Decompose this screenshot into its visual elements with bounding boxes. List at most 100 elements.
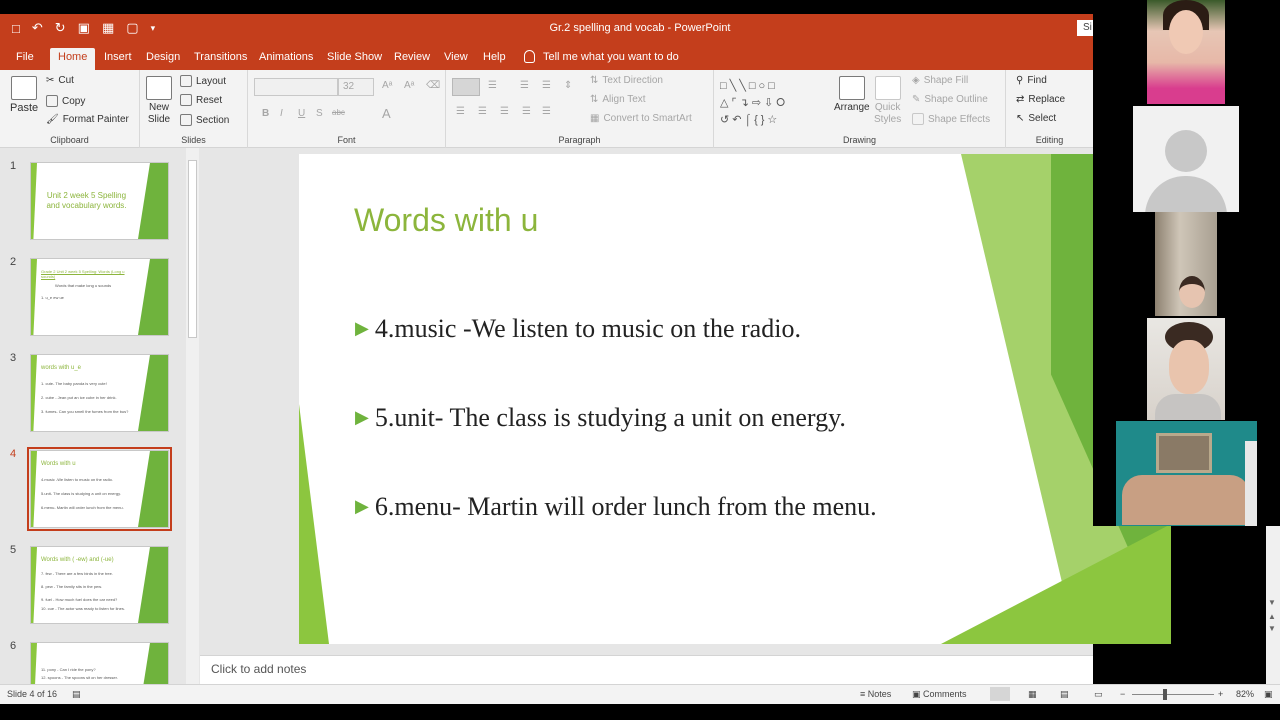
comments-button[interactable]: ▣ Comments [912, 689, 967, 700]
cut-button[interactable]: ✂ Cut [46, 75, 74, 86]
tab-insert[interactable]: Insert [96, 48, 140, 70]
tab-file[interactable]: File [8, 48, 42, 70]
zoom-in-icon[interactable]: + [1218, 689, 1223, 699]
thumb-line: Words that make long u sounds [55, 283, 112, 288]
text-direction-button[interactable]: ⇅ Text Direction [590, 75, 663, 86]
convert-smartart-button[interactable]: ▦ Convert to SmartArt [590, 113, 692, 124]
slide-title[interactable]: Words with u [354, 202, 538, 239]
shrink-font-icon[interactable]: Aᵃ [404, 80, 414, 91]
underline-button[interactable]: U [298, 108, 305, 119]
participant-avatar-tile[interactable] [1133, 106, 1239, 212]
thumb-line: 4.music -We listen to music on the radio… [41, 477, 113, 482]
slideshow-icon[interactable]: ▭ [1094, 689, 1103, 700]
slide-thumbnail-6[interactable]: 11. pony - Can I ride the pony? 12. spoo… [30, 642, 169, 684]
replace-button[interactable]: ⇄ Replace [1016, 94, 1065, 105]
tell-me-box[interactable]: Tell me what you want to do [524, 50, 679, 63]
slide-thumbnail-1[interactable]: Unit 2 week 5 Spelling and vocabulary wo… [30, 162, 169, 240]
tab-home[interactable]: Home [50, 48, 96, 70]
shadow-button[interactable]: S [316, 108, 323, 119]
tab-transitions[interactable]: Transitions [186, 48, 255, 70]
slide-bullet[interactable]: ▶ 4.music -We listen to music on the radi… [355, 314, 801, 344]
font-color-button[interactable]: A [382, 106, 391, 121]
justify-icon[interactable]: ☰ [522, 106, 531, 117]
shape-effects-button[interactable]: Shape Effects [912, 113, 990, 125]
section-icon [180, 114, 192, 126]
quick-styles-button[interactable]: Quick Styles [874, 76, 901, 126]
tab-slide-show[interactable]: Slide Show [319, 48, 390, 70]
notes-button[interactable]: ≡ Notes [860, 689, 891, 699]
format-painter-button[interactable]: 🖌 Format Painter [46, 114, 129, 125]
reading-view-icon[interactable]: ▤ [1060, 689, 1069, 700]
layout-button[interactable]: Layout [180, 75, 226, 87]
clear-formatting-icon[interactable]: ⌫ [426, 80, 440, 91]
zoom-out-icon[interactable]: − [1120, 689, 1125, 699]
paste-button[interactable]: Paste [10, 76, 38, 114]
find-button[interactable]: ⚲ Find [1016, 75, 1047, 86]
slide-thumbnail-4[interactable]: Words with u 4.music -We listen to music… [27, 447, 172, 531]
tab-animations[interactable]: Animations [251, 48, 321, 70]
status-bar: Slide 4 of 16 ▤ ≡ Notes ▣ Comments ▦ ▤ ▭… [0, 684, 1280, 704]
format-painter-label: Format Painter [62, 114, 129, 125]
bullets-button[interactable] [452, 78, 480, 96]
previous-slide-icon[interactable]: ▲ [1268, 612, 1276, 621]
slides-group-label: Slides [181, 135, 206, 145]
align-center-icon[interactable]: ☰ [478, 106, 487, 117]
shape-fill-button[interactable]: ◈ Shape Fill [912, 75, 968, 86]
new-slide-button[interactable]: New Slide [146, 76, 172, 126]
thumbnail-scrollbar[interactable] [186, 148, 199, 684]
zoom-level[interactable]: 82% [1236, 689, 1254, 699]
align-text-button[interactable]: ⇅ Align Text [590, 94, 646, 105]
slide-thumbnail-2[interactable]: Grade 2 Unit 2 week 5 Spelling: Words (L… [30, 258, 169, 336]
slide-thumbnail-5[interactable]: Words with ( -ew) and (-ue) 7. few - The… [30, 546, 169, 624]
spellcheck-icon[interactable]: ▤ [72, 689, 81, 700]
shape-outline-button[interactable]: ✎ Shape Outline [912, 94, 988, 105]
slide-bullet[interactable]: ▶ 6.menu- Martin will order lunch from th… [355, 492, 877, 522]
reset-button[interactable]: Reset [180, 94, 222, 106]
convert-smartart-label: Convert to SmartArt [603, 113, 692, 124]
pen-icon: ✎ [912, 94, 921, 105]
italic-button[interactable]: I [280, 108, 283, 119]
font-size-field[interactable]: 32 [338, 78, 374, 96]
font-name-field[interactable] [254, 78, 338, 96]
align-right-icon[interactable]: ☰ [500, 106, 509, 117]
shapes-gallery[interactable]: □╲╲□○□ △⌜↴⇨⇩⭘ ↺↶⌠{}☆ [720, 76, 830, 130]
tab-help[interactable]: Help [475, 48, 514, 70]
participant-video-tile[interactable] [1147, 0, 1225, 104]
section-button[interactable]: Section [180, 114, 229, 126]
participant-video-tile[interactable] [1116, 421, 1257, 526]
notes-pane[interactable]: Click to add notes [200, 655, 1093, 684]
line-spacing-icon[interactable]: ⇕ [564, 80, 572, 91]
participant-video-tile[interactable] [1155, 212, 1217, 316]
avatar-icon [1165, 130, 1207, 172]
tab-view[interactable]: View [436, 48, 476, 70]
zoom-slider-thumb[interactable] [1163, 689, 1167, 700]
select-button[interactable]: ↖ Select [1016, 113, 1056, 124]
normal-view-icon[interactable] [990, 687, 1010, 701]
scroll-down-icon[interactable]: ▼ [1268, 598, 1276, 607]
copy-button[interactable]: Copy [46, 95, 85, 107]
current-slide[interactable]: Words with u ▶ 4.music -We listen to musi… [299, 154, 1171, 644]
slide-sorter-icon[interactable]: ▦ [1028, 689, 1037, 700]
arrange-button[interactable]: Arrange [834, 76, 870, 114]
strikethrough-button[interactable]: abc [332, 108, 345, 117]
fit-to-window-icon[interactable]: ▣ [1264, 689, 1273, 700]
thumb-title: Grade 2 Unit 2 week 5 Spelling: Words (L… [41, 269, 125, 280]
slide-thumbnail-3[interactable]: words with u_e 1. cute- The baby panda i… [30, 354, 169, 432]
tab-review[interactable]: Review [386, 48, 438, 70]
clipboard-group: Paste ✂ Cut Copy 🖌 Format Painter Clipboar… [0, 70, 140, 148]
numbering-icon[interactable]: ☰ [488, 80, 497, 91]
scrollbar-thumb[interactable] [188, 160, 197, 338]
decrease-indent-icon[interactable]: ☰ [520, 80, 529, 91]
canvas-scrollbar[interactable]: ▼ ▲ ▼ [1266, 526, 1280, 684]
font-group-label: Font [337, 135, 356, 145]
bold-button[interactable]: B [262, 108, 269, 119]
next-slide-icon[interactable]: ▼ [1268, 624, 1276, 633]
increase-indent-icon[interactable]: ☰ [542, 80, 551, 91]
tab-design[interactable]: Design [138, 48, 188, 70]
grow-font-icon[interactable]: Aᵃ [382, 80, 392, 91]
participant-video-tile[interactable] [1147, 318, 1225, 420]
columns-icon[interactable]: ☰ [542, 106, 551, 117]
zoom-slider[interactable] [1132, 694, 1214, 695]
slide-bullet[interactable]: ▶ 5.unit- The class is studying a unit on… [355, 403, 846, 433]
align-left-icon[interactable]: ☰ [456, 106, 465, 117]
